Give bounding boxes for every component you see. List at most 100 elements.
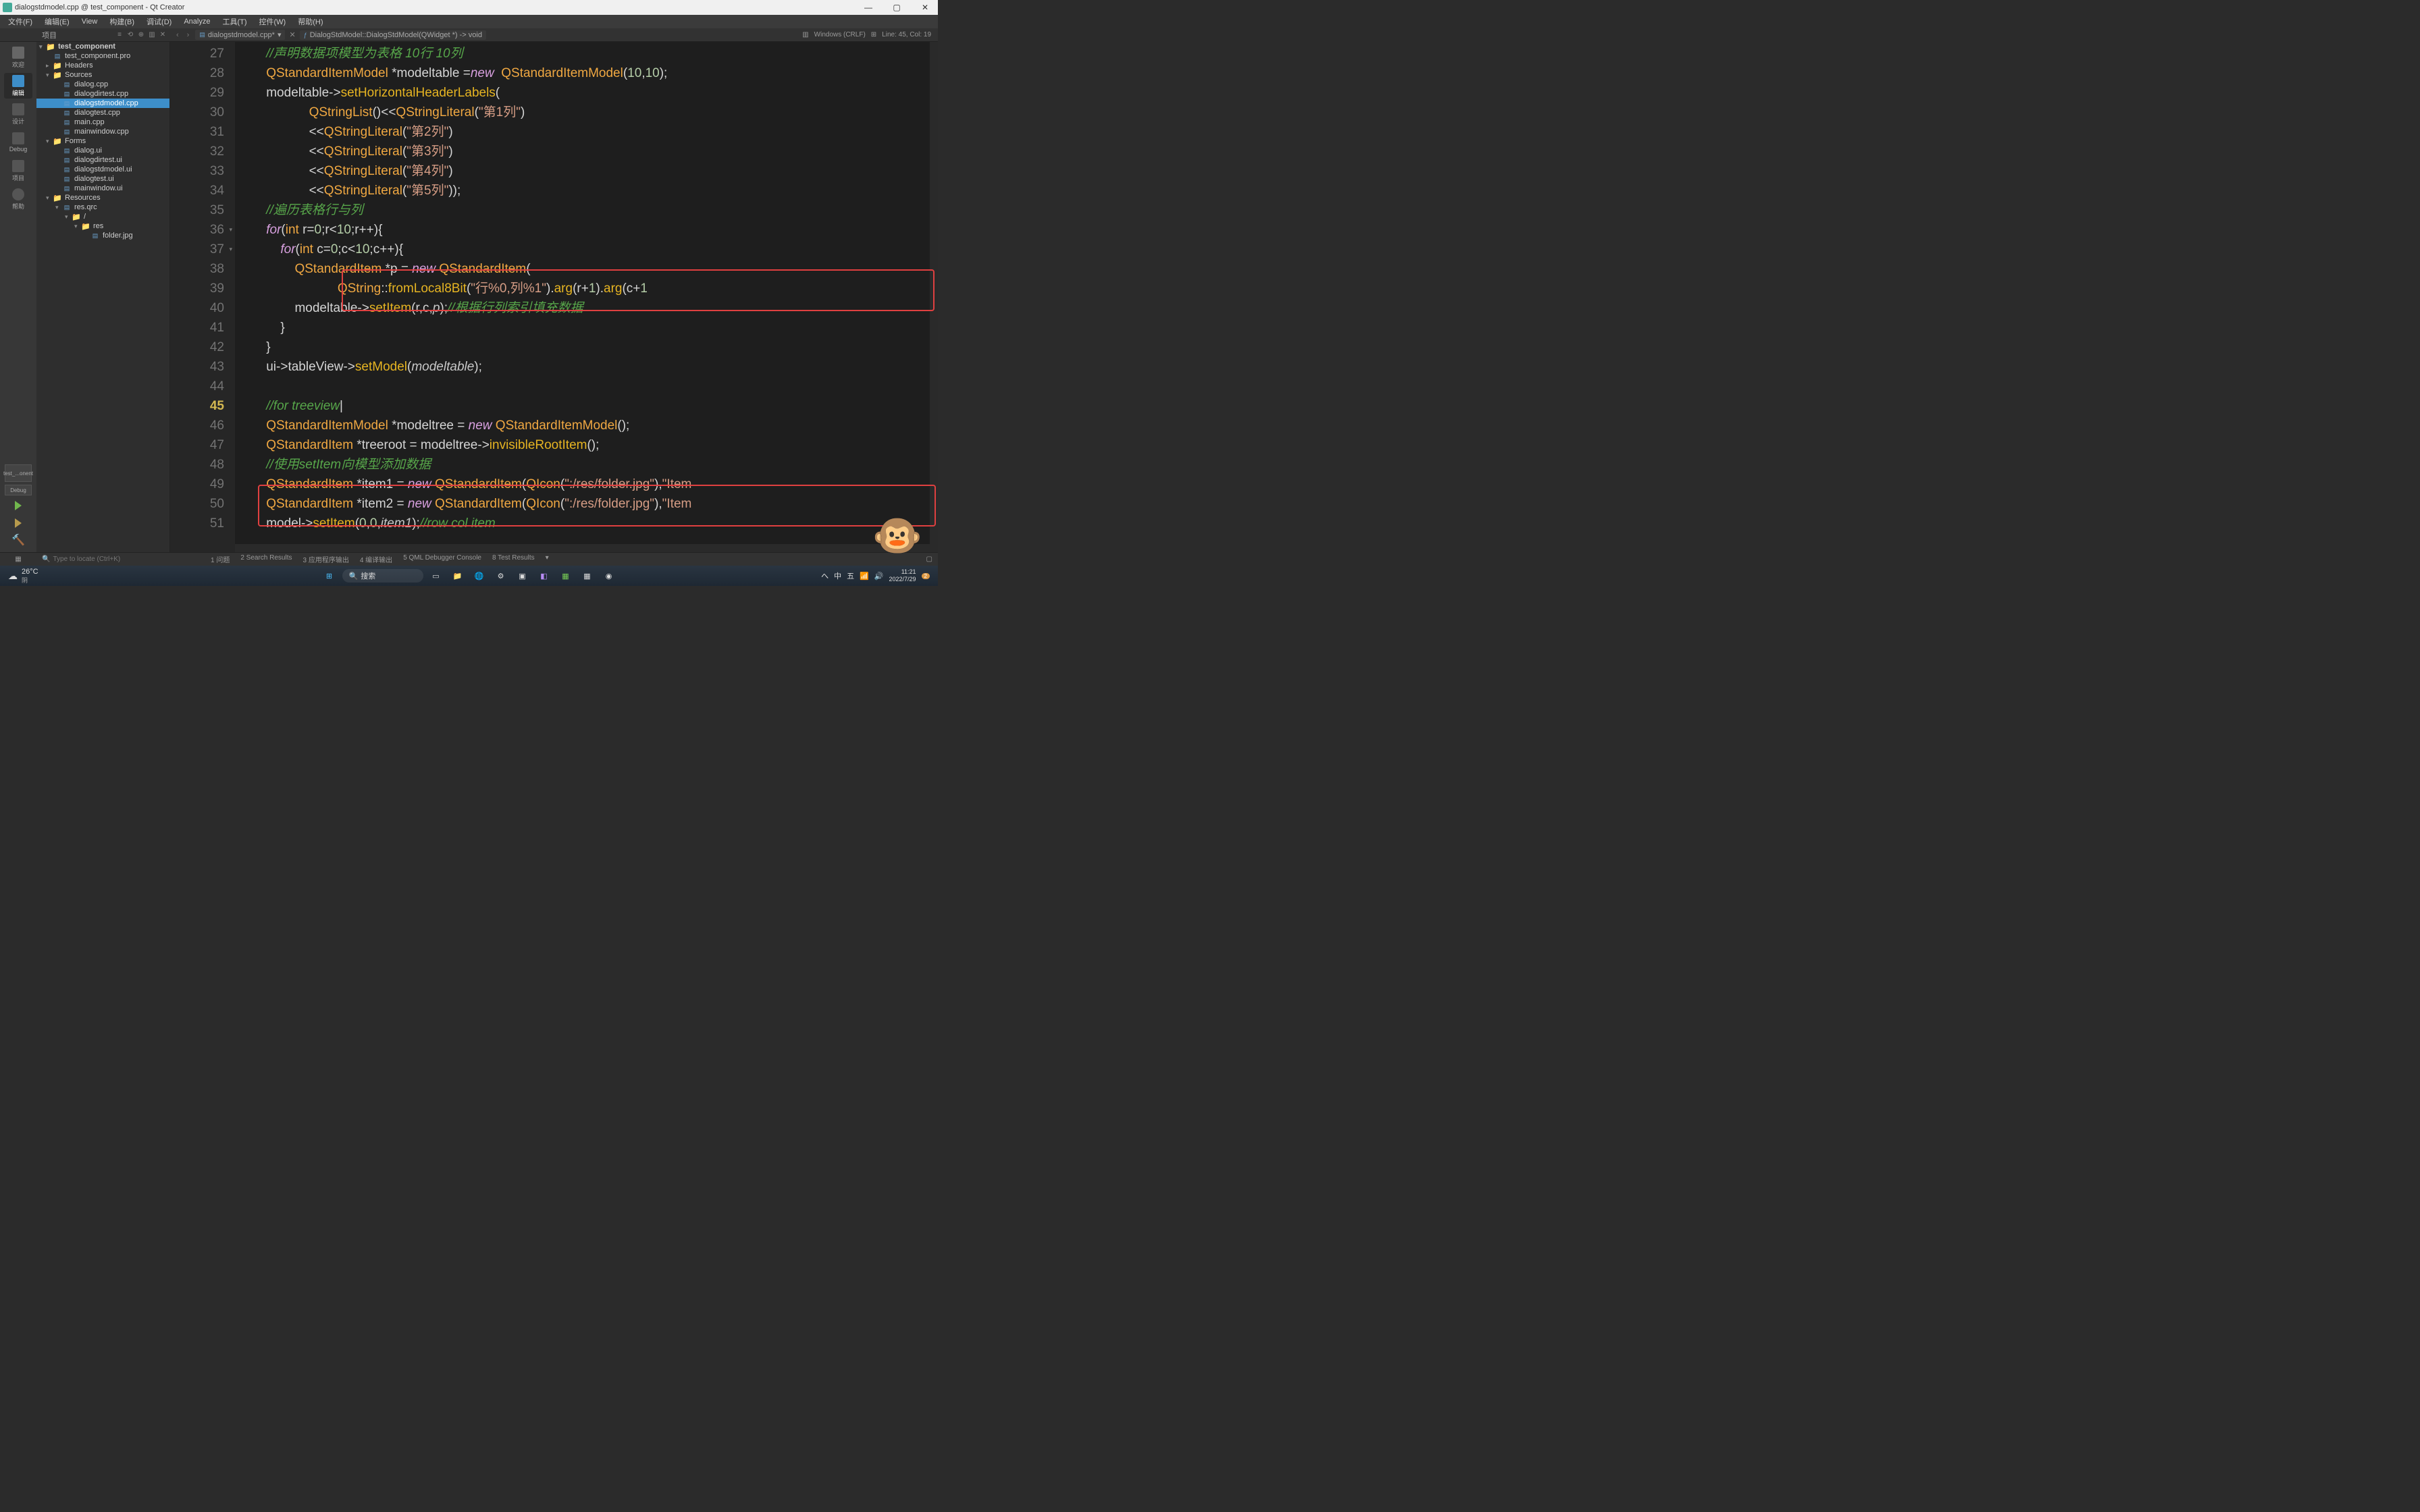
tree-forms[interactable]: ▾📁Forms [36,136,169,146]
link-icon[interactable]: ⊕ [136,30,146,40]
output-tab-test[interactable]: 8 Test Results [488,553,539,566]
output-tab-app[interactable]: 3 应用程序输出 [299,553,353,566]
tray-chevron-icon[interactable]: へ [821,570,828,581]
taskbar-taskview-icon[interactable]: ▭ [427,567,445,585]
tree-root[interactable]: ▾📁test_component [36,42,169,51]
close-panel-icon[interactable]: ✕ [158,30,167,40]
build-button[interactable]: 🔨 [11,533,25,547]
dropdown-icon[interactable]: ▾ [278,30,282,39]
mode-edit[interactable]: 编辑 [4,73,32,99]
menu-help[interactable]: 帮助(H) [292,15,328,28]
window-title: dialogstdmodel.cpp @ test_component - Qt… [15,3,184,11]
tray-ime-lang[interactable]: 中 [834,570,841,581]
menu-widgets[interactable]: 控件(W) [254,15,292,28]
tree-resources[interactable]: ▾📁Resources [36,193,169,202]
tree-form-file[interactable]: ▤dialogstdmodel.ui [36,165,169,174]
code-editor[interactable]: 2728293031323334353637383940414243444546… [170,42,938,552]
tree-pro-file[interactable]: ▤test_component.pro [36,51,169,61]
menu-edit[interactable]: 编辑(E) [39,15,75,28]
menu-tools[interactable]: 工具(T) [217,15,252,28]
tray-wifi-icon[interactable]: 📶 [860,572,869,580]
symbol-name: DialogStdModel::DialogStdModel(QWidget *… [310,31,482,39]
locator[interactable]: 🔍 [36,556,207,563]
sync-icon[interactable]: ⟲ [126,30,135,40]
output-tab-compile[interactable]: 4 编译输出 [356,553,396,566]
menu-debug[interactable]: 调试(D) [141,15,177,28]
run-button[interactable] [15,501,22,510]
taskbar-vs-icon[interactable]: ◧ [535,567,553,585]
symbol-selector[interactable]: ƒ DialogStdModel::DialogStdModel(QWidget… [300,30,486,40]
tree-form-file[interactable]: ▤mainwindow.ui [36,184,169,193]
tree-qrc[interactable]: ▾▤res.qrc [36,202,169,212]
taskbar-app2-icon[interactable]: ▦ [579,567,596,585]
taskbar-app-icon[interactable]: ▦ [557,567,575,585]
nav-forward-icon[interactable]: › [185,31,192,39]
taskbar-weather[interactable]: ☁ 26°C 阴 [3,568,44,585]
debug-run-button[interactable] [15,518,22,528]
search-icon: 🔍 [42,556,50,563]
mode-welcome[interactable]: 欢迎 [4,45,32,70]
tree-form-file[interactable]: ▤dialogdirtest.ui [36,155,169,165]
taskbar-terminal-icon[interactable]: ▣ [514,567,531,585]
output-toggle-icon[interactable]: ▦ [15,556,21,563]
tree-source-file[interactable]: ▤dialog.cpp [36,80,169,89]
tree-res-file[interactable]: ▤folder.jpg [36,231,169,240]
menu-build[interactable]: 构建(B) [104,15,140,28]
mode-design[interactable]: 设计 [4,101,32,127]
editor-status: ▥ Windows (CRLF) ⊞ Line: 45, Col: 19 [802,31,938,38]
tree-source-file[interactable]: ▤dialogtest.cpp [36,108,169,117]
mode-debug[interactable]: Debug [4,130,32,155]
progress-toggle-icon[interactable]: ▢ [926,556,938,563]
horizontal-scrollbar[interactable] [235,544,930,552]
tree-prefix[interactable]: ▾📁/ [36,212,169,221]
vertical-scrollbar[interactable] [930,42,938,552]
tray-notification-badge[interactable]: 2 [922,573,930,579]
code-content[interactable]: //声明数据项模型为表格 10行 10列 QStandardItemModel … [235,42,930,552]
menu-file[interactable]: 文件(F) [3,15,38,28]
open-file-tab[interactable]: ▤ dialogstdmodel.cpp* ▾ [195,30,285,40]
tree-source-file[interactable]: ▤main.cpp [36,117,169,127]
tree-headers[interactable]: ▸📁Headers [36,61,169,70]
menu-view[interactable]: View [76,16,103,27]
windows-taskbar: ☁ 26°C 阴 ⊞ 🔍 搜索 ▭ 📁 🌐 ⚙ ▣ ◧ ▦ ▦ ◉ へ 中 五 … [0,566,938,586]
taskbar-obs-icon[interactable]: ◉ [600,567,618,585]
output-tab-qml[interactable]: 5 QML Debugger Console [399,553,485,566]
mode-project[interactable]: 项目 [4,158,32,184]
tree-res-folder[interactable]: ▾📁res [36,221,169,231]
tree-source-file[interactable]: ▤mainwindow.cpp [36,127,169,136]
minimize-button[interactable]: ― [858,3,878,12]
taskbar-search[interactable]: 🔍 搜索 [342,569,423,583]
tray-clock[interactable]: 11:21 2022/7/29 [889,568,916,583]
project-tree[interactable]: ▾📁test_component ▤test_component.pro ▸📁H… [36,42,170,552]
mode-help[interactable]: 帮助 [4,186,32,212]
build-config[interactable]: Debug [5,485,32,495]
output-tab-search[interactable]: 2 Search Results [236,553,296,566]
nav-back-icon[interactable]: ‹ [174,31,181,39]
tree-form-file[interactable]: ▤dialog.ui [36,146,169,155]
tray-ime-mode[interactable]: 五 [847,570,854,581]
menu-analyze[interactable]: Analyze [178,16,215,27]
tree-source-file[interactable]: ▤dialogdirtest.cpp [36,89,169,99]
close-button[interactable]: ✕ [915,3,935,12]
locator-input[interactable] [53,556,161,563]
tree-form-file[interactable]: ▤dialogtest.ui [36,174,169,184]
taskbar-settings-icon[interactable]: ⚙ [492,567,510,585]
split-icon[interactable]: ▥ [147,30,157,40]
start-button[interactable]: ⊞ [321,567,338,585]
filter-icon[interactable]: ≡ [115,30,124,40]
open-file-name: dialogstdmodel.cpp* [208,31,275,39]
kit-selector[interactable]: test_...onent [5,464,32,482]
output-tab-issues[interactable]: 1 问题 [207,553,234,566]
tree-source-file-active[interactable]: ▤dialogstdmodel.cpp [36,99,169,108]
output-tab-more-icon[interactable]: ▾ [542,553,553,566]
maximize-button[interactable]: ▢ [887,3,907,12]
tray-volume-icon[interactable]: 🔊 [874,572,884,580]
tab-close-icon[interactable]: ✕ [289,30,295,39]
taskbar-explorer-icon[interactable]: 📁 [449,567,467,585]
tree-sources[interactable]: ▾📁Sources [36,70,169,80]
split-editor-icon[interactable]: ▥ [802,31,808,38]
line-ending[interactable]: Windows (CRLF) [814,31,866,38]
sidebar-toggle-icon[interactable]: ⊞ [871,31,876,38]
weather-icon: ☁ [8,570,18,582]
taskbar-edge-icon[interactable]: 🌐 [471,567,488,585]
